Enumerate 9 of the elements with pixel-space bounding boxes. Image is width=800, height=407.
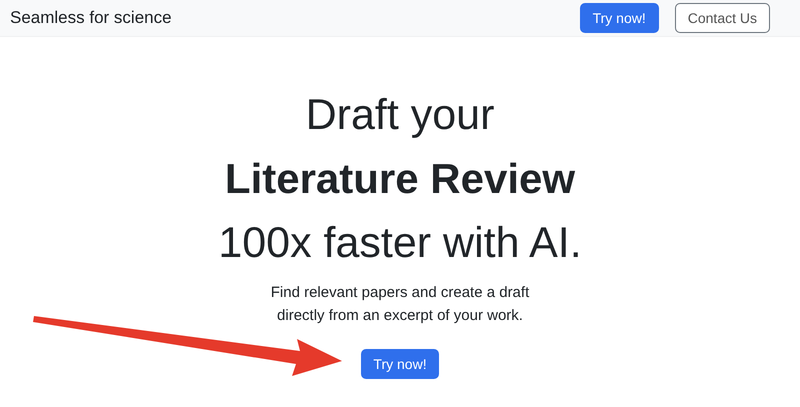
subtitle: Find relevant papers and create a draft [270,283,530,303]
brand-logo[interactable]: Seamless for science [10,8,172,28]
subtitle: directly from an excerpt of your work. [277,306,523,326]
headline: Literature Review [224,154,576,204]
headline: 100x faster with AI. [218,218,582,269]
try-button[interactable]: Try now! [361,349,439,379]
headline: Draft your [306,90,494,141]
try-button[interactable]: Try now! [580,3,659,33]
contact-button[interactable]: Contact Us [674,3,770,33]
